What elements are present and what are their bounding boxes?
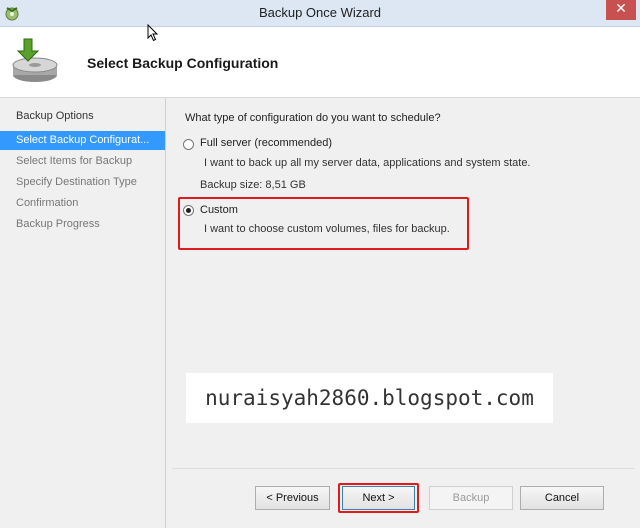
step-backup-options[interactable]: Backup Options [0, 107, 165, 126]
backup-disk-icon [8, 35, 58, 85]
title-bar[interactable]: Backup Once Wizard ✕ [0, 0, 640, 27]
close-button[interactable]: ✕ [606, 0, 636, 20]
next-button[interactable]: Next > [342, 486, 415, 510]
cancel-button[interactable]: Cancel [520, 486, 604, 510]
full-server-description: I want to back up all my server data, ap… [204, 157, 531, 169]
custom-description: I want to choose custom volumes, files f… [204, 223, 450, 235]
custom-radio[interactable] [183, 205, 194, 216]
full-server-radio[interactable] [183, 139, 194, 150]
footer-divider [172, 468, 634, 469]
step-specify-destination-type[interactable]: Specify Destination Type [0, 173, 165, 192]
step-select-items-for-backup[interactable]: Select Items for Backup [0, 152, 165, 171]
page-title: Select Backup Configuration [87, 55, 279, 71]
wizard-window: Backup Once Wizard ✕ Select Backup Confi… [0, 0, 640, 528]
configuration-question: What type of configuration do you want t… [185, 112, 441, 124]
backup-size-text: Backup size: 8,51 GB [200, 179, 306, 191]
window-title: Backup Once Wizard [258, 5, 382, 20]
custom-label[interactable]: Custom [200, 204, 238, 216]
mouse-cursor-icon [147, 23, 159, 42]
backup-button[interactable]: Backup [429, 486, 513, 510]
full-server-label[interactable]: Full server (recommended) [200, 137, 332, 149]
previous-button[interactable]: < Previous [255, 486, 330, 510]
wizard-header: Select Backup Configuration [0, 27, 640, 98]
main-panel: What type of configuration do you want t… [172, 98, 634, 528]
radio-selected-dot [186, 208, 191, 213]
watermark-text: nuraisyah2860.blogspot.com [186, 373, 553, 423]
step-confirmation[interactable]: Confirmation [0, 194, 165, 213]
wizard-steps-sidebar: Backup Options Select Backup Configurat.… [0, 98, 166, 528]
step-select-backup-configuration[interactable]: Select Backup Configurat... [0, 131, 165, 150]
step-backup-progress[interactable]: Backup Progress [0, 215, 165, 234]
